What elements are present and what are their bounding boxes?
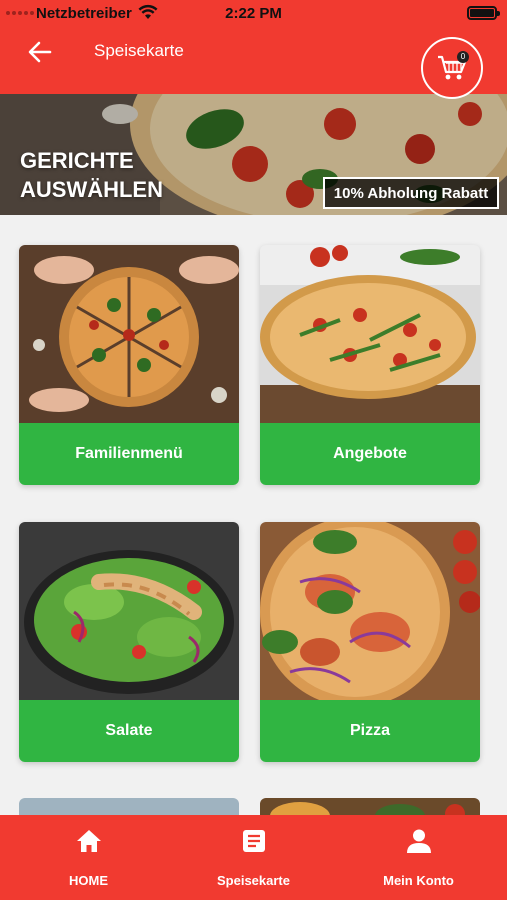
pizza-image — [260, 522, 480, 700]
category-card-salate[interactable]: Salate — [19, 522, 239, 762]
discount-badge: 10% Abholung Rabatt — [323, 177, 499, 209]
status-time: 2:22 PM — [225, 5, 282, 22]
nav-label: HOME — [69, 873, 108, 888]
category-label: Salate — [19, 700, 239, 762]
salad-image — [19, 522, 239, 700]
nav-item-mein-konto[interactable]: Mein Konto — [334, 815, 503, 900]
app-header: Speisekarte 0 — [0, 28, 507, 99]
home-icon — [76, 830, 101, 852]
pizza-offer-image — [260, 245, 480, 423]
hero-title: GERICHTE AUSWÄHLEN — [20, 148, 163, 202]
category-card-familienmenu[interactable]: Familienmenü — [19, 245, 239, 485]
nav-label: Mein Konto — [383, 873, 454, 888]
battery-icon — [467, 6, 500, 20]
cart-button[interactable]: 0 — [421, 37, 483, 99]
nav-item-home[interactable]: HOME — [4, 815, 173, 900]
category-label: Familienmenü — [19, 423, 239, 485]
category-card-angebote[interactable]: Angebote — [260, 245, 480, 485]
category-card-pizza[interactable]: Pizza — [260, 522, 480, 762]
family-pizza-image — [19, 245, 239, 423]
menu-list-icon — [242, 830, 265, 852]
user-icon — [406, 829, 431, 853]
category-label: Angebote — [260, 423, 480, 485]
page-title: Speisekarte — [94, 41, 184, 60]
category-label: Pizza — [260, 700, 480, 762]
status-bar: Netzbetreiber 2:22 PM — [0, 0, 507, 28]
bottom-navigation: HOME Speisekarte Mein Konto — [0, 815, 507, 900]
cart-count-badge: 0 — [457, 51, 469, 63]
nav-label: Speisekarte — [217, 873, 290, 888]
nav-item-speisekarte[interactable]: Speisekarte — [169, 815, 338, 900]
arrow-left-icon[interactable] — [26, 38, 54, 66]
